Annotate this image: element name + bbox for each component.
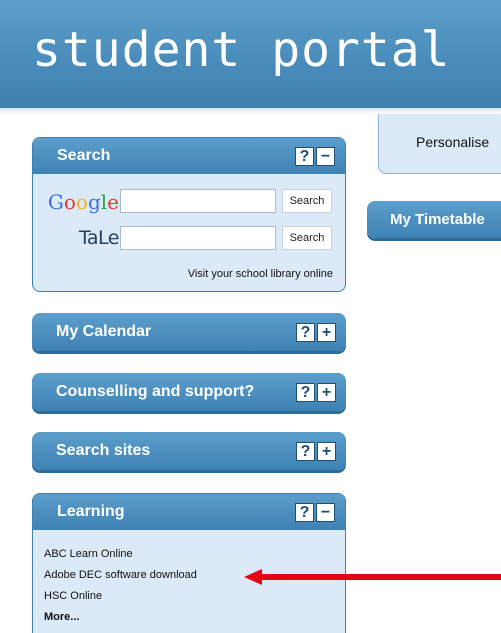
calendar-panel-header[interactable]: My Calendar ? + bbox=[32, 313, 346, 351]
search-panel-header[interactable]: Search ? − bbox=[33, 138, 345, 174]
search-panel-title: Search bbox=[57, 147, 111, 164]
expand-icon[interactable]: + bbox=[317, 383, 336, 402]
my-timetable-button[interactable]: My Timetable bbox=[367, 201, 501, 238]
counselling-panel-header[interactable]: Counselling and support? ? + bbox=[32, 373, 346, 411]
learning-panel: Learning ? − ABC Learn Online Adobe DEC … bbox=[32, 493, 346, 633]
search-panel: Search ? − Google Search TaLe Search Vis… bbox=[32, 137, 346, 292]
learning-link-adobe[interactable]: Adobe DEC software download bbox=[44, 569, 197, 590]
tale-search-button[interactable]: Search bbox=[282, 226, 332, 250]
counselling-panel: Counselling and support? ? + bbox=[32, 373, 346, 411]
google-logo-letter: o bbox=[63, 190, 76, 214]
calendar-panel: My Calendar ? + bbox=[32, 313, 346, 351]
help-icon[interactable]: ? bbox=[296, 323, 315, 342]
search-sites-panel-title: Search sites bbox=[56, 442, 151, 459]
collapse-icon[interactable]: − bbox=[316, 503, 335, 522]
help-icon[interactable]: ? bbox=[295, 147, 314, 166]
tale-search-row: TaLe Search bbox=[33, 224, 347, 254]
tale-logo: TaLe bbox=[78, 227, 120, 249]
google-logo: Google bbox=[48, 190, 119, 214]
my-timetable-label: My Timetable bbox=[390, 211, 485, 228]
learning-more-link[interactable]: More... bbox=[44, 611, 197, 632]
expand-icon[interactable]: + bbox=[317, 323, 336, 342]
learning-links-list: ABC Learn Online Adobe DEC software down… bbox=[44, 548, 197, 632]
personalise-tab[interactable]: Personalise bbox=[378, 114, 501, 174]
tale-search-input[interactable] bbox=[120, 226, 276, 250]
help-icon[interactable]: ? bbox=[295, 503, 314, 522]
calendar-panel-title: My Calendar bbox=[56, 323, 152, 340]
annotation-arrow-line bbox=[258, 574, 501, 580]
expand-icon[interactable]: + bbox=[317, 442, 336, 461]
help-icon[interactable]: ? bbox=[296, 383, 315, 402]
personalise-label: Personalise bbox=[416, 134, 490, 150]
learning-panel-title: Learning bbox=[57, 503, 125, 520]
learning-link-abc[interactable]: ABC Learn Online bbox=[44, 548, 197, 569]
google-logo-letter: G bbox=[47, 190, 64, 214]
google-logo-letter: e bbox=[107, 190, 119, 214]
learning-link-hsc[interactable]: HSC Online bbox=[44, 590, 197, 611]
help-icon[interactable]: ? bbox=[296, 442, 315, 461]
google-logo-letter: o bbox=[75, 190, 88, 214]
portal-title: student portal bbox=[32, 22, 451, 78]
google-search-input[interactable] bbox=[120, 189, 276, 213]
search-sites-panel: Search sites ? + bbox=[32, 432, 346, 470]
google-search-button[interactable]: Search bbox=[282, 189, 332, 213]
google-logo-letter: g bbox=[87, 190, 101, 214]
school-library-link[interactable]: Visit your school library online bbox=[188, 268, 333, 280]
portal-header: student portal bbox=[0, 0, 501, 108]
counselling-panel-title: Counselling and support? bbox=[56, 383, 255, 400]
search-sites-panel-header[interactable]: Search sites ? + bbox=[32, 432, 346, 470]
learning-panel-header[interactable]: Learning ? − bbox=[33, 494, 345, 530]
collapse-icon[interactable]: − bbox=[316, 147, 335, 166]
google-search-row: Google Search bbox=[33, 187, 347, 217]
